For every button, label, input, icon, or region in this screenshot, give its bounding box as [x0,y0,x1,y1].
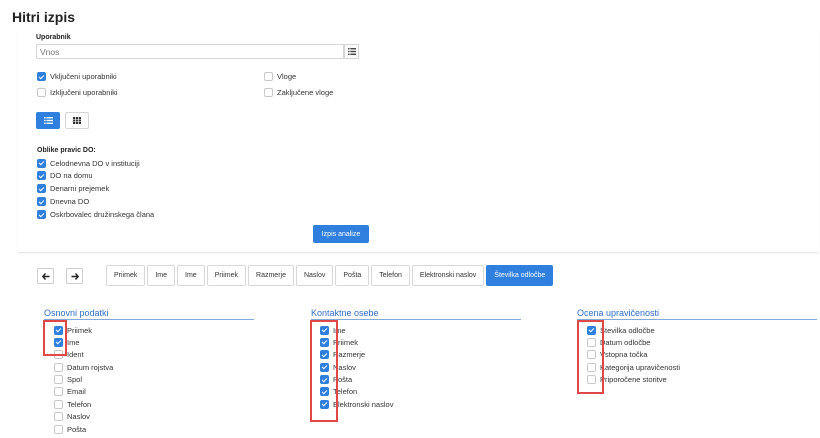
form-label: Denarni prejemek [50,184,110,194]
form-label: Dnevna DO [50,197,90,207]
option-closed-applications[interactable]: Zaključene vloge [264,88,333,97]
field-label: Datum odločbe [600,337,651,347]
field-label: Email [67,387,86,397]
field-label: Priporočene storitve [600,375,667,385]
list-icon [347,48,356,55]
field-item[interactable]: Email [54,387,113,397]
applications-checkbox[interactable] [264,72,273,81]
field-label: Spol [67,375,83,385]
included-users-checkbox[interactable] [37,72,46,81]
tab-ime[interactable]: Ime [147,265,176,286]
field-item[interactable]: Telefon [54,399,113,409]
list-view-icon [43,117,53,124]
section-title-basic: Osnovni podatki [44,308,109,318]
list-picker-button[interactable] [344,44,359,59]
form-label: DO na domu [50,171,93,181]
field-label: Ime [67,337,80,347]
tab-priimek[interactable]: Priimek [106,265,146,286]
arrow-left-icon [41,272,49,280]
form-item[interactable]: Dnevna DO [37,197,154,207]
field-label: Naslov [67,412,90,422]
highlight-box [43,320,67,356]
field-checkbox[interactable] [54,399,63,409]
section-title-eligibility: Ocena upravičenosti [577,308,660,318]
tab-naslov[interactable]: Naslov [295,265,334,286]
grid-view-icon [73,117,81,124]
section-divider [311,319,521,320]
user-search-input[interactable]: Vnos [36,44,344,59]
forward-button[interactable] [66,268,83,284]
field-label: Ident [67,350,84,360]
column-tabs: Priimek Ime Ime Priimek Razmerje Naslov … [106,265,555,286]
tab-razmerje[interactable]: Razmerje [248,265,294,286]
option-excluded-users[interactable]: Izključeni uporabniki [37,88,118,97]
closed-applications-label: Zaključene vloge [277,88,334,97]
field-checkbox[interactable] [54,424,63,434]
arrow-right-icon [71,272,79,280]
user-label: Uporabnik [36,34,71,41]
closed-applications-checkbox[interactable] [264,88,273,97]
option-included-users[interactable]: Vključeni uporabniki [37,72,117,81]
field-item[interactable]: Naslov [54,412,113,422]
field-checkbox[interactable] [54,387,63,397]
field-label: Elektronski naslov [333,399,394,409]
applications-label: Vloge [277,72,297,81]
back-button[interactable] [37,268,54,284]
section-divider [44,319,254,320]
field-item[interactable]: Spol [54,375,113,385]
field-checkbox[interactable] [54,362,63,372]
form-label: Celodnevna DO v instituciji [50,158,140,168]
form-checkbox[interactable] [37,197,46,207]
section-divider [577,319,817,320]
tab-telefon[interactable]: Telefon [371,265,410,286]
form-checkbox[interactable] [37,210,46,220]
tab-ime-contact[interactable]: Ime [177,265,205,286]
tab-elektronski-naslov[interactable]: Elektronski naslov [411,265,485,286]
form-checkbox[interactable] [37,184,46,194]
list-view-button[interactable] [36,112,60,129]
field-label: Kategorija upravičenosti [600,362,681,372]
field-label: Datum rojstva [67,362,114,372]
form-checkbox[interactable] [37,171,46,181]
form-item[interactable]: Oskrbovalec družinskega člana [37,210,154,220]
tab-posta[interactable]: Pošta [335,265,370,286]
user-search-placeholder: Vnos [40,47,60,57]
field-label: Telefon [67,399,92,409]
field-checkbox[interactable] [54,412,63,422]
option-applications[interactable]: Vloge [264,72,296,81]
section-title-contacts: Kontaktne osebe [311,308,379,318]
form-item[interactable]: DO na domu [37,171,154,181]
field-item[interactable]: Datum rojstva [54,362,113,372]
tab-stevilka-odlocbe[interactable]: Številka odločbe [486,265,554,286]
forms-list: Celodnevna DO v instituciji DO na domu D… [37,158,154,220]
tab-priimek-contact[interactable]: Priimek [206,265,247,286]
form-checkbox[interactable] [37,158,46,168]
field-label: Pošta [67,424,87,434]
field-checkbox[interactable] [54,375,63,385]
field-label: Priimek [67,325,93,335]
run-analysis-button[interactable]: Izpis analize [313,225,369,243]
highlight-box [577,320,604,394]
form-item[interactable]: Denarni prejemek [37,184,154,194]
excluded-users-checkbox[interactable] [37,88,46,97]
form-item[interactable]: Celodnevna DO v instituciji [37,158,154,168]
field-label: Vstopna točka [600,350,648,360]
field-item[interactable]: Pošta [54,424,113,434]
grid-view-button[interactable] [65,112,89,129]
field-label: Številka odločbe [600,325,655,335]
forms-label: Oblike pravic DO: [37,147,96,154]
page-title: Hitri izpis [12,9,76,25]
included-users-label: Vključeni uporabniki [50,72,117,81]
highlight-box [310,320,338,422]
form-label: Oskrbovalec družinskega člana [50,210,155,220]
excluded-users-label: Izključeni uporabniki [50,88,118,97]
